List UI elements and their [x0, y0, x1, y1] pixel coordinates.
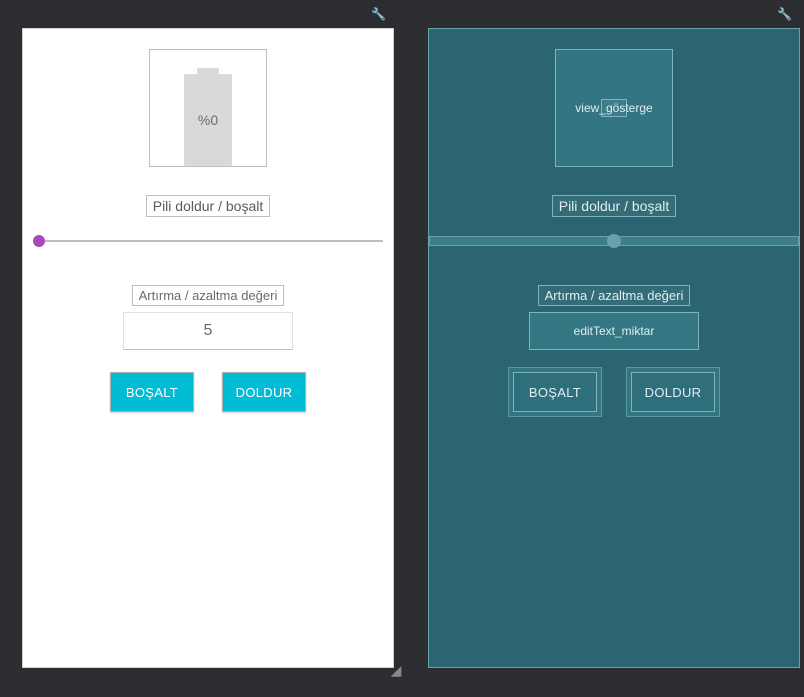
battery-percent-text: %0: [198, 112, 218, 128]
blueprint-battery-view[interactable]: view_gösterge: [555, 49, 673, 167]
drain-button[interactable]: BOŞALT: [110, 372, 194, 412]
blueprint-fill-button[interactable]: DOLDUR: [631, 372, 715, 412]
amount-label: Artırma / azaltma değeri: [132, 285, 285, 306]
blueprint-fill-label[interactable]: Pili doldur / boşalt: [552, 195, 677, 217]
wrench-icon[interactable]: 🔧: [777, 7, 792, 21]
fill-button-label: DOLDUR: [236, 385, 293, 400]
battery-cap: [197, 68, 219, 74]
wrench-toolbar-left: 🔧: [22, 0, 394, 28]
design-preview-pane: %0 Pili doldur / boşalt Artırma / azaltm…: [22, 28, 394, 668]
blueprint-amount-label[interactable]: Artırma / azaltma değeri: [538, 285, 691, 306]
blueprint-pane: view_gösterge Pili doldur / boşalt Artır…: [428, 28, 800, 668]
blueprint-button-row: BOŞALT DOLDUR: [513, 372, 715, 412]
amount-input-value: 5: [204, 322, 213, 340]
blueprint-seekbar[interactable]: [429, 231, 799, 251]
seekbar-track: [37, 240, 383, 242]
blueprint-view-id: view_gösterge: [575, 101, 652, 115]
seekbar-thumb[interactable]: [33, 235, 45, 247]
drain-button-label: BOŞALT: [126, 385, 178, 400]
blueprint-edittext[interactable]: editText_miktar: [529, 312, 699, 350]
blueprint-edittext-id: editText_miktar: [574, 324, 655, 338]
battery-view-container: %0: [149, 49, 267, 167]
blueprint-seekbar-thumb[interactable]: [607, 234, 621, 248]
amount-input[interactable]: 5: [123, 312, 293, 350]
seekbar-fill[interactable]: [23, 231, 393, 251]
wrench-toolbar-right: 🔧: [428, 0, 800, 28]
wrench-icon[interactable]: 🔧: [371, 7, 386, 21]
fill-button[interactable]: DOLDUR: [222, 372, 306, 412]
resize-grip[interactable]: ◢: [390, 664, 402, 676]
battery-icon: %0: [184, 74, 232, 166]
fill-drain-label: Pili doldur / boşalt: [146, 195, 271, 217]
blueprint-fill-label: DOLDUR: [645, 385, 702, 400]
button-row: BOŞALT DOLDUR: [110, 372, 306, 412]
blueprint-drain-label: BOŞALT: [529, 385, 581, 400]
blueprint-drain-button[interactable]: BOŞALT: [513, 372, 597, 412]
